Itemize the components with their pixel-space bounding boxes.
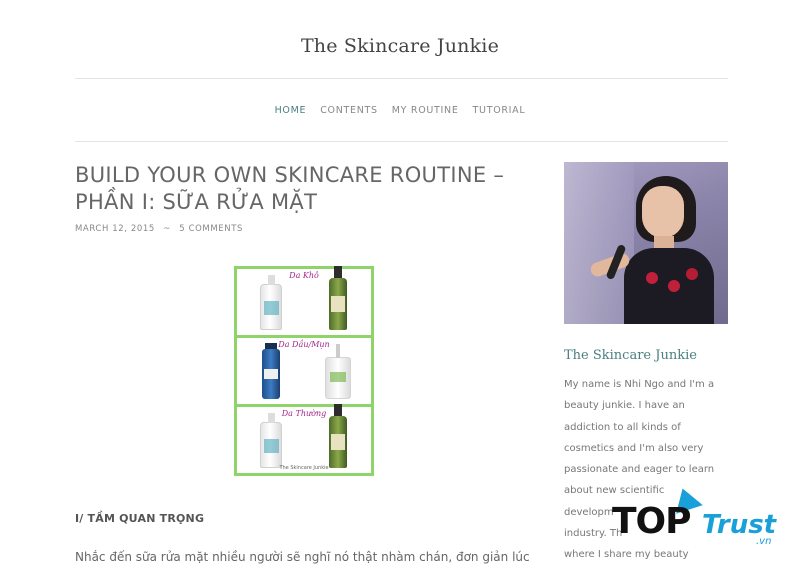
author-profile-photo (564, 162, 728, 324)
header-divider-bottom (75, 141, 728, 142)
post-featured-image: Da Khô Da Dầu/Mụn Da Thường The Skincare… (234, 266, 374, 476)
cleanser-pump-image (324, 344, 351, 399)
collage-label-normal: Da Thường (281, 409, 327, 418)
about-line: addiction to all kinds of (564, 421, 681, 433)
collage-label-oily: Da Dầu/Mụn (278, 340, 330, 349)
about-line: passionate and eager to learn (564, 464, 715, 476)
toptrust-watermark-logo: TOP Trust .vn (612, 484, 792, 550)
nav-item-tutorial[interactable]: TUTORIAL (473, 105, 526, 116)
watermark-top-text: TOP (612, 501, 692, 542)
cleanser-tube-image (261, 343, 280, 399)
collage-row-normal-skin: Da Thường The Skincare Junkie (237, 404, 371, 473)
cleanser-bottle-image (259, 275, 282, 330)
meta-separator: ~ (163, 224, 171, 234)
collage-row-oily-skin: Da Dầu/Mụn (237, 338, 371, 404)
about-line: cosmetics and I'm also very (564, 442, 704, 454)
collage-row-dry-skin: Da Khô (237, 266, 371, 335)
watermark-trust-text: Trust (702, 510, 777, 540)
post-title-line-2: PHẦN I: SỮA RỬA MẶT (75, 190, 318, 214)
post-body-text: Nhắc đến sữa rửa mặt nhiều người sẽ nghĩ… (75, 550, 530, 564)
header-divider-top (75, 78, 728, 79)
cleanser-bottle-image (259, 413, 282, 468)
cleanser-bottle-image (328, 404, 347, 468)
post-date[interactable]: MARCH 12, 2015 (75, 224, 155, 234)
section-heading: I/ TẦM QUAN TRỌNG (75, 512, 205, 525)
site-title[interactable]: The Skincare Junkie (0, 35, 800, 57)
about-line: My name is Nhi Ngo and I'm a (564, 379, 715, 390)
nav-item-my-routine[interactable]: MY ROUTINE (392, 105, 459, 116)
collage-label-dry: Da Khô (289, 271, 319, 280)
post-title[interactable]: BUILD YOUR OWN SKINCARE ROUTINE – PHẦN I… (75, 162, 535, 216)
about-line: beauty junkie. I have an (564, 400, 685, 412)
post-comments-link[interactable]: 5 COMMENTS (179, 224, 243, 234)
post-title-line-1: BUILD YOUR OWN SKINCARE ROUTINE – (75, 163, 505, 187)
post-meta: MARCH 12, 2015 ~ 5 COMMENTS (75, 224, 243, 234)
sidebar-widget-title: The Skincare Junkie (564, 348, 697, 363)
main-navigation: HOME CONTENTS MY ROUTINE TUTORIAL (0, 105, 800, 116)
cleanser-bottle-image (328, 266, 347, 330)
nav-item-contents[interactable]: CONTENTS (320, 105, 378, 116)
collage-footer-text: The Skincare Junkie (279, 465, 329, 471)
nav-item-home[interactable]: HOME (275, 105, 307, 116)
watermark-vn-text: .vn (756, 536, 772, 547)
